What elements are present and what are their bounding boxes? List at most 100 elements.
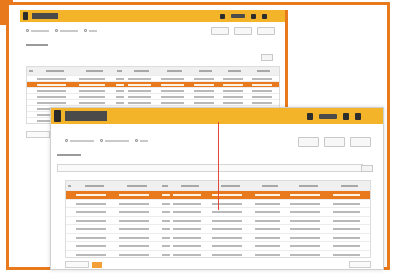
table-cell: [290, 202, 321, 205]
column-header[interactable]: [340, 184, 359, 187]
column-header[interactable]: [127, 184, 147, 187]
section-title: [57, 154, 81, 156]
table-cell: [333, 219, 361, 222]
alert-icon[interactable]: [220, 13, 225, 19]
alert-icon[interactable]: [307, 112, 313, 120]
table-cell: [223, 102, 244, 104]
table-cell: [173, 194, 201, 197]
user-icon[interactable]: [343, 112, 349, 120]
table-cell: [212, 202, 243, 205]
user-menu-button[interactable]: [231, 14, 245, 18]
toolbar-button-2[interactable]: [324, 137, 345, 147]
table-cell: [212, 211, 243, 214]
column-header[interactable]: [29, 70, 33, 72]
table-cell: [212, 228, 243, 231]
table-cell: [161, 253, 170, 256]
back-filter-radios: [26, 29, 97, 32]
radio-filter-3[interactable]: [84, 29, 97, 32]
column-header[interactable]: [220, 184, 241, 187]
column-header[interactable]: [167, 70, 183, 72]
table-cell: [333, 245, 361, 248]
column-header[interactable]: [257, 70, 271, 72]
toolbar-button-3[interactable]: [257, 27, 275, 35]
table-cell: [194, 102, 215, 104]
toolbar-button-1[interactable]: [211, 27, 229, 35]
table-cell: [255, 202, 280, 205]
table-row[interactable]: [66, 249, 370, 260]
table-cell: [128, 102, 152, 104]
column-header[interactable]: [228, 70, 242, 72]
app-logo: [54, 110, 61, 122]
radio-filter-3[interactable]: [135, 139, 148, 142]
table-cell: [161, 78, 185, 80]
table-cell: [78, 78, 105, 80]
table-cell: [75, 202, 106, 205]
table-cell: [252, 84, 273, 86]
filter-button[interactable]: [361, 165, 373, 172]
back-nav-icons: [220, 10, 267, 22]
table-cell: [255, 211, 280, 214]
column-header[interactable]: [199, 70, 213, 72]
table-cell: [161, 102, 185, 104]
settings-icon[interactable]: [355, 112, 361, 120]
radio-filter-2[interactable]: [55, 29, 78, 32]
table-cell: [212, 236, 243, 239]
table-cell: [252, 90, 273, 92]
toolbar-button-2[interactable]: [234, 27, 252, 35]
table-cell: [75, 236, 106, 239]
back-pager[interactable]: [26, 131, 50, 138]
toolbar-button-1[interactable]: [298, 137, 319, 147]
column-header[interactable]: [180, 184, 199, 187]
table-cell: [255, 228, 280, 231]
filter-button[interactable]: [261, 54, 273, 61]
table-cell: [118, 228, 149, 231]
table-cell: [252, 102, 273, 104]
table-cell: [290, 219, 321, 222]
table-cell: [333, 236, 361, 239]
user-icon[interactable]: [251, 13, 256, 19]
column-header[interactable]: [261, 184, 278, 187]
table-cell: [161, 84, 185, 86]
table-cell: [252, 96, 273, 98]
column-header[interactable]: [85, 70, 103, 72]
app-logo: [23, 12, 28, 20]
table-cell: [255, 253, 280, 256]
table-cell: [78, 84, 105, 86]
table-cell: [212, 253, 243, 256]
pager-current-page[interactable]: [92, 261, 102, 268]
pager-info[interactable]: [65, 261, 89, 268]
back-toolbar: [211, 27, 275, 35]
front-toolbar: [298, 137, 371, 147]
logout-icon[interactable]: [262, 13, 267, 19]
table-cell: [173, 202, 201, 205]
app-name[interactable]: [65, 111, 107, 121]
column-header[interactable]: [134, 70, 150, 72]
user-menu-button[interactable]: [319, 113, 337, 119]
table-cell: [290, 194, 321, 197]
table-cell: [333, 202, 361, 205]
table-cell: [78, 102, 105, 104]
table-cell: [37, 90, 67, 92]
column-header[interactable]: [84, 184, 104, 187]
table-cell: [161, 219, 170, 222]
radio-filter-1[interactable]: [26, 29, 49, 32]
table-cell: [75, 211, 106, 214]
toolbar-button-3[interactable]: [350, 137, 371, 147]
app-name[interactable]: [32, 13, 58, 19]
table-cell: [255, 194, 280, 197]
page-size-select[interactable]: [349, 261, 371, 268]
table-cell: [37, 102, 67, 104]
table-cell: [161, 194, 170, 197]
table-cell: [161, 211, 170, 214]
column-header[interactable]: [45, 70, 65, 72]
table-cell: [290, 253, 321, 256]
table-cell: [173, 228, 201, 231]
front-nav-icons: [307, 108, 361, 124]
radio-filter-1[interactable]: [65, 139, 94, 142]
column-header[interactable]: [116, 70, 123, 72]
column-header[interactable]: [67, 184, 72, 187]
search-input[interactable]: [57, 164, 363, 172]
radio-filter-2[interactable]: [100, 139, 129, 142]
column-header[interactable]: [162, 184, 168, 187]
column-header[interactable]: [298, 184, 319, 187]
